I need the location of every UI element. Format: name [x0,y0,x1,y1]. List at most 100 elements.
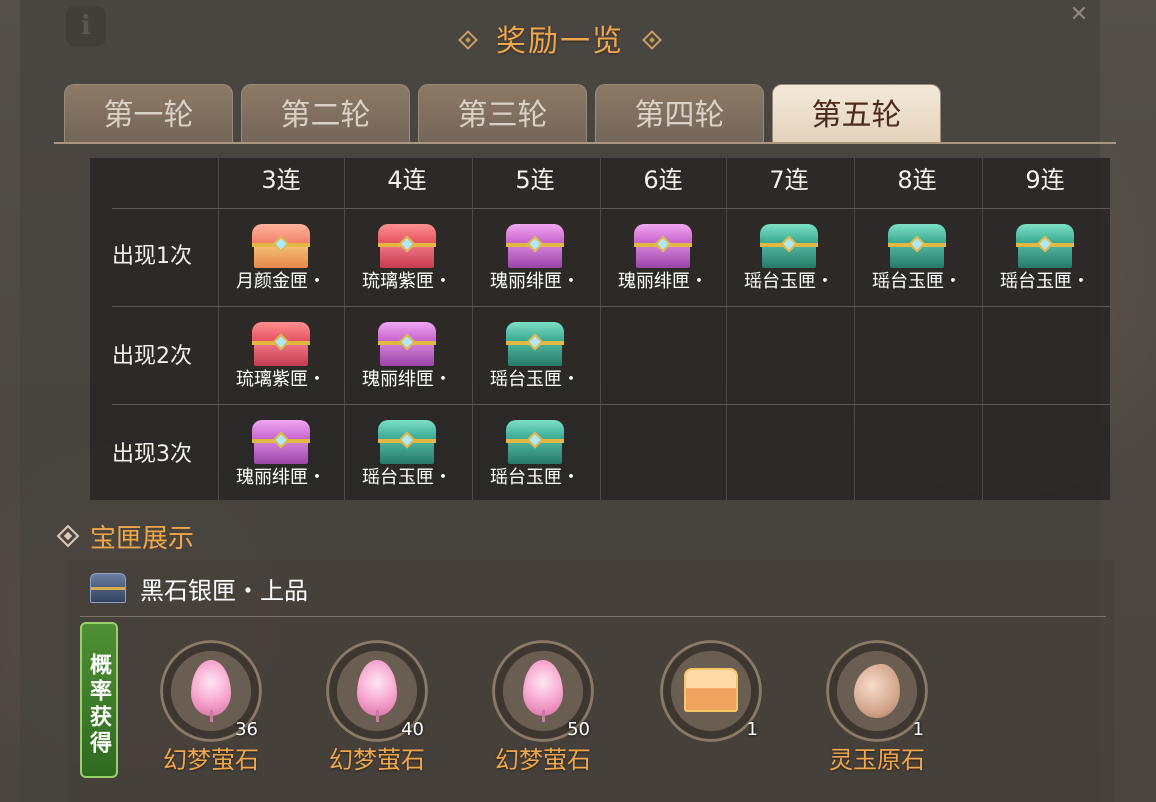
column-header-5: 5连 [515,166,555,194]
chest-name: 瑰丽绯匣・ [236,467,326,488]
reward-count: 40 [401,719,424,740]
reward-cell[interactable]: 瑰丽绯匣・ [600,212,726,302]
reward-count: 36 [235,719,258,740]
reward-cell[interactable]: 瑰丽绯匣・ [344,310,470,400]
reward-cell[interactable]: 瑰丽绯匣・ [218,408,344,498]
tab-divider [54,142,1116,144]
chest-name: 瑶台玉匣・ [362,467,452,488]
column-header-7: 7连 [769,166,809,194]
column-header-9: 9连 [1025,166,1065,194]
showcase-divider [80,616,1106,617]
chest-name: 瑶台玉匣・ [490,369,580,390]
reward-name: 幻梦萤石 [329,746,425,774]
reward-overview-panel: ✕ 奖励一览 第一轮 第二轮 第三轮 第四轮 第五轮 3连 4连 5连 6连 7… [20,0,1116,802]
jade-stone-icon [854,664,900,718]
treasure-chest-icon [506,322,564,366]
chest-name: 月颜金匣・ [236,271,326,292]
reward-cell[interactable]: 琉璃紫匣・ [344,212,470,302]
reward-slot: 50 [492,640,594,742]
treasure-chest-icon [252,322,310,366]
reward-cell[interactable]: 月颜金匣・ [218,212,344,302]
treasure-chest-icon [378,322,436,366]
chest-name: 琉璃紫匣・ [362,271,452,292]
reward-count: 50 [567,719,590,740]
reward-cell[interactable]: 瑶台玉匣・ [726,212,852,302]
reward-item[interactable]: 50 幻梦萤石 [488,640,598,774]
reward-slot: 36 [160,640,262,742]
diamond-icon [56,524,80,548]
chest-name: 瑶台玉匣・ [744,271,834,292]
reward-table: 3连 4连 5连 6连 7连 8连 9连 出现1次 出现2次 出现3次 月颜金匣… [90,158,1110,500]
col-divider [726,158,727,500]
black-chest-icon [90,573,126,603]
treasure-box-icon [684,668,738,712]
column-header-4: 4连 [387,166,427,194]
round-tabs: 第一轮 第二轮 第三轮 第四轮 第五轮 [64,84,941,142]
treasure-chest-icon [760,224,818,268]
showcase-header: 黑石银匣・上品 [90,568,308,608]
treasure-chest-icon [252,420,310,464]
reward-cell[interactable]: 瑶台玉匣・ [982,212,1108,302]
reward-item[interactable]: 40 幻梦萤石 [322,640,432,774]
reward-count: 1 [746,719,758,740]
row-divider [112,306,1110,307]
reward-name: 灵玉原石 [829,746,925,774]
dream-stone-icon [191,660,231,722]
reward-item[interactable]: 1 灵玉原石 [822,640,932,774]
reward-cell[interactable]: 瑶台玉匣・ [472,310,598,400]
tab-round-1[interactable]: 第一轮 [64,84,233,142]
chest-name: 瑰丽绯匣・ [618,271,708,292]
reward-cell[interactable]: 琉璃紫匣・ [218,310,344,400]
treasure-chest-icon [378,224,436,268]
treasure-chest-icon [506,224,564,268]
reward-item[interactable]: 36 幻梦萤石 [156,640,266,774]
chest-name: 瑶台玉匣・ [872,271,962,292]
page-title: 奖励一览 [496,24,624,59]
reward-cell[interactable]: 瑶台玉匣・ [344,408,470,498]
row-label-1: 出现1次 [112,244,192,269]
row-label-2: 出现2次 [112,344,192,369]
reward-cell[interactable]: 瑶台玉匣・ [472,408,598,498]
tab-round-4[interactable]: 第四轮 [595,84,764,142]
showcase-chest-name: 黑石银匣・上品 [140,576,308,605]
row-divider [112,208,1110,209]
title-deco-right-icon [642,30,662,50]
tab-round-5[interactable]: 第五轮 [772,84,941,142]
chest-name: 瑰丽绯匣・ [362,369,452,390]
treasure-chest-icon [634,224,692,268]
title-deco-left-icon [458,30,478,50]
dream-stone-icon [523,660,563,722]
reward-name: 幻梦萤石 [495,746,591,774]
chest-name: 琉璃紫匣・ [236,369,326,390]
column-header-3: 3连 [261,166,301,194]
dream-stone-icon [357,660,397,722]
row-divider [112,404,1110,405]
chest-name: 瑶台玉匣・ [1000,271,1090,292]
reward-count: 1 [912,719,924,740]
treasure-chest-icon [888,224,946,268]
chest-showcase: 黑石银匣・上品 概率获得 36 幻梦萤石 40 幻梦萤石 50 幻梦萤石 1 1… [68,560,1114,802]
reward-name: 幻梦萤石 [163,746,259,774]
row-label-3: 出现3次 [112,442,192,467]
column-header-6: 6连 [643,166,683,194]
title-bar: 奖励一览 [20,20,1100,64]
chest-name: 瑶台玉匣・ [490,467,580,488]
reward-cell[interactable]: 瑰丽绯匣・ [472,212,598,302]
treasure-chest-icon [378,420,436,464]
reward-slot: 40 [326,640,428,742]
treasure-chest-icon [1016,224,1074,268]
col-divider [600,158,601,500]
treasure-chest-icon [506,420,564,464]
section-header: 宝匣展示 [56,518,195,554]
col-divider [854,158,855,500]
reward-item[interactable]: 1 [656,640,766,746]
reward-cell[interactable]: 瑶台玉匣・ [854,212,980,302]
reward-slot: 1 [826,640,928,742]
probability-badge: 概率获得 [80,622,118,778]
reward-slot: 1 [660,640,762,742]
tab-round-2[interactable]: 第二轮 [241,84,410,142]
chest-name: 瑰丽绯匣・ [490,271,580,292]
tab-round-3[interactable]: 第三轮 [418,84,587,142]
column-header-8: 8连 [897,166,937,194]
section-title: 宝匣展示 [90,523,195,554]
